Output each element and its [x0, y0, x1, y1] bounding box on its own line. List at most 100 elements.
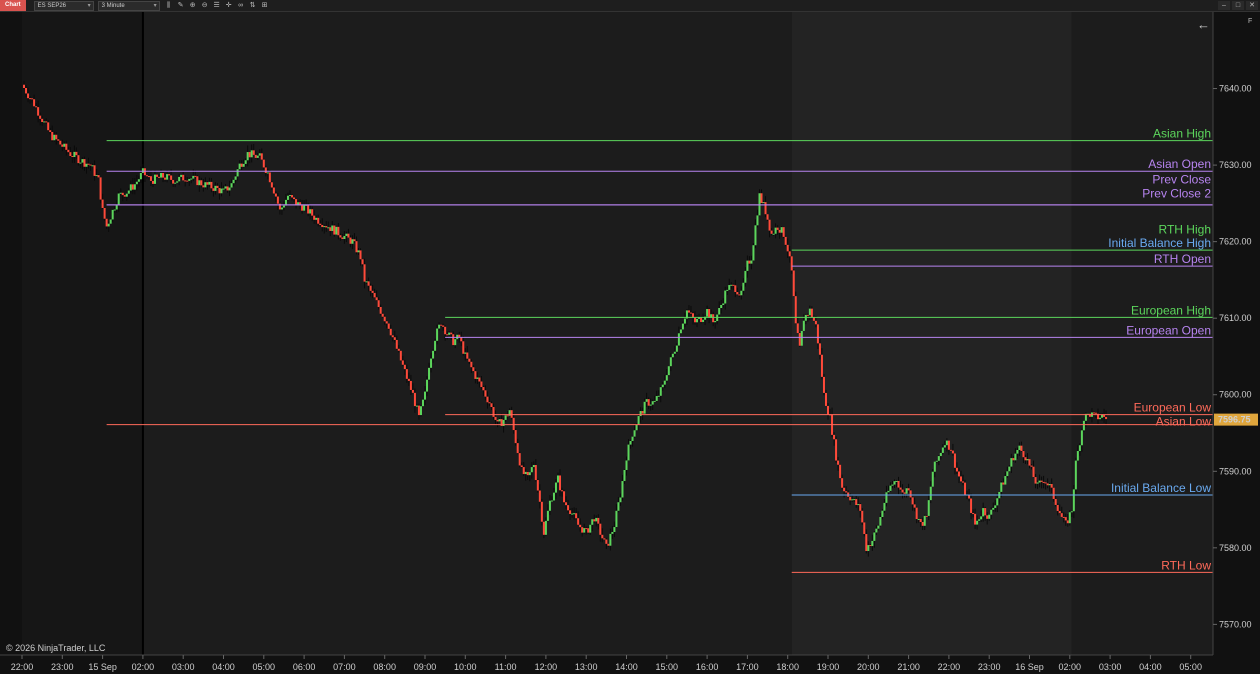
properties-icon[interactable]: ☰ — [212, 1, 222, 10]
candle — [325, 226, 328, 228]
session-shading — [0, 12, 1260, 674]
pencil-icon[interactable]: ✎ — [176, 1, 186, 10]
candle — [190, 178, 193, 180]
candle — [867, 545, 870, 552]
candle — [506, 415, 509, 417]
candle — [1062, 516, 1065, 518]
candle — [369, 285, 372, 291]
candle — [982, 508, 985, 517]
candle — [482, 387, 485, 391]
candle — [238, 163, 241, 170]
candle — [264, 167, 267, 173]
level-label: Initial Balance High — [1108, 236, 1211, 250]
candle — [988, 514, 991, 519]
candle — [575, 513, 578, 519]
chart-toolbar: Chart ES SEP26 ▾ 3 Minute ▾ ⫼ ✎ ⊕ ⊖ ☰ ✛ … — [0, 0, 1260, 12]
candle — [1002, 482, 1005, 485]
candle — [293, 197, 296, 200]
candle — [595, 517, 598, 522]
zoom-in-icon[interactable]: ⊕ — [188, 1, 198, 10]
candle — [403, 364, 406, 370]
candle — [538, 490, 541, 502]
candle — [27, 93, 30, 99]
candle — [806, 314, 809, 316]
bar-type-icon[interactable]: ⫼ — [164, 1, 174, 10]
grid-icon[interactable]: ⊞ — [260, 1, 270, 10]
candle — [559, 475, 562, 491]
candle — [436, 328, 439, 341]
chart-tab[interactable]: Chart — [0, 0, 26, 11]
candle — [123, 195, 126, 197]
instrument-selector[interactable]: ES SEP26 ▾ — [33, 0, 94, 11]
candle — [786, 244, 789, 252]
candle — [194, 175, 197, 177]
back-arrow-icon[interactable]: ← — [1197, 17, 1210, 32]
candle — [808, 308, 811, 316]
candle — [587, 528, 590, 533]
candle — [438, 324, 441, 329]
candle — [498, 419, 501, 422]
candle — [750, 260, 753, 264]
candle — [234, 176, 237, 180]
candle — [327, 227, 330, 229]
candle — [303, 205, 306, 211]
candle — [770, 230, 773, 234]
maximize-icon[interactable]: □ — [1232, 1, 1244, 10]
y-tick-label: 7570.00 — [1219, 619, 1252, 629]
candle — [984, 508, 987, 516]
price-chart[interactable]: Asian High Asian Open Prev ClosePrev Close… — [0, 12, 1260, 674]
candle — [133, 184, 136, 190]
candle — [484, 390, 487, 397]
close-icon[interactable]: ✕ — [1246, 1, 1258, 10]
zoom-out-icon[interactable]: ⊖ — [200, 1, 210, 10]
candle — [962, 481, 965, 483]
level-label: European High — [1131, 303, 1211, 317]
crosshair-icon[interactable]: ✛ — [224, 1, 234, 10]
candle — [994, 505, 997, 508]
interval-value: 3 Minute — [101, 2, 125, 9]
candle — [204, 182, 207, 188]
chart-trader-icon[interactable]: ⇅ — [248, 1, 258, 10]
candle — [857, 504, 860, 506]
candle — [889, 485, 892, 491]
candle — [258, 153, 261, 156]
candle — [95, 175, 98, 177]
candle — [1020, 445, 1023, 452]
x-tick-label: 10:00 — [454, 662, 477, 672]
candle — [270, 182, 273, 188]
candle — [585, 528, 588, 530]
candle — [135, 181, 138, 185]
candle — [681, 323, 684, 330]
candle — [974, 513, 977, 525]
candle — [941, 447, 944, 453]
candle — [649, 404, 652, 406]
candle — [291, 195, 294, 198]
y-tick-label: 7620.00 — [1219, 237, 1252, 247]
candle — [653, 400, 656, 402]
candle — [1016, 450, 1019, 454]
candle — [91, 165, 94, 167]
candle — [903, 492, 906, 494]
candle — [317, 217, 320, 224]
x-tick-label: 05:00 — [253, 662, 276, 672]
candle — [609, 533, 612, 546]
candle — [758, 193, 761, 216]
candle — [59, 140, 62, 145]
candle — [121, 192, 124, 196]
x-tick-label: 08:00 — [373, 662, 396, 672]
candle — [415, 405, 418, 407]
candle — [365, 281, 368, 283]
link-icon[interactable]: ∞ — [236, 1, 246, 10]
x-tick-label: 05:00 — [1179, 662, 1202, 672]
interval-selector[interactable]: 3 Minute ▾ — [97, 0, 160, 11]
candle — [119, 192, 122, 194]
candle — [822, 376, 825, 393]
candle — [919, 518, 922, 523]
candle — [526, 471, 529, 476]
candle — [556, 475, 559, 483]
axis-f-icon[interactable]: F — [1248, 18, 1252, 25]
candle — [1072, 489, 1075, 512]
candle — [53, 134, 56, 141]
candle — [1034, 477, 1037, 484]
minimize-icon[interactable]: – — [1218, 1, 1230, 10]
